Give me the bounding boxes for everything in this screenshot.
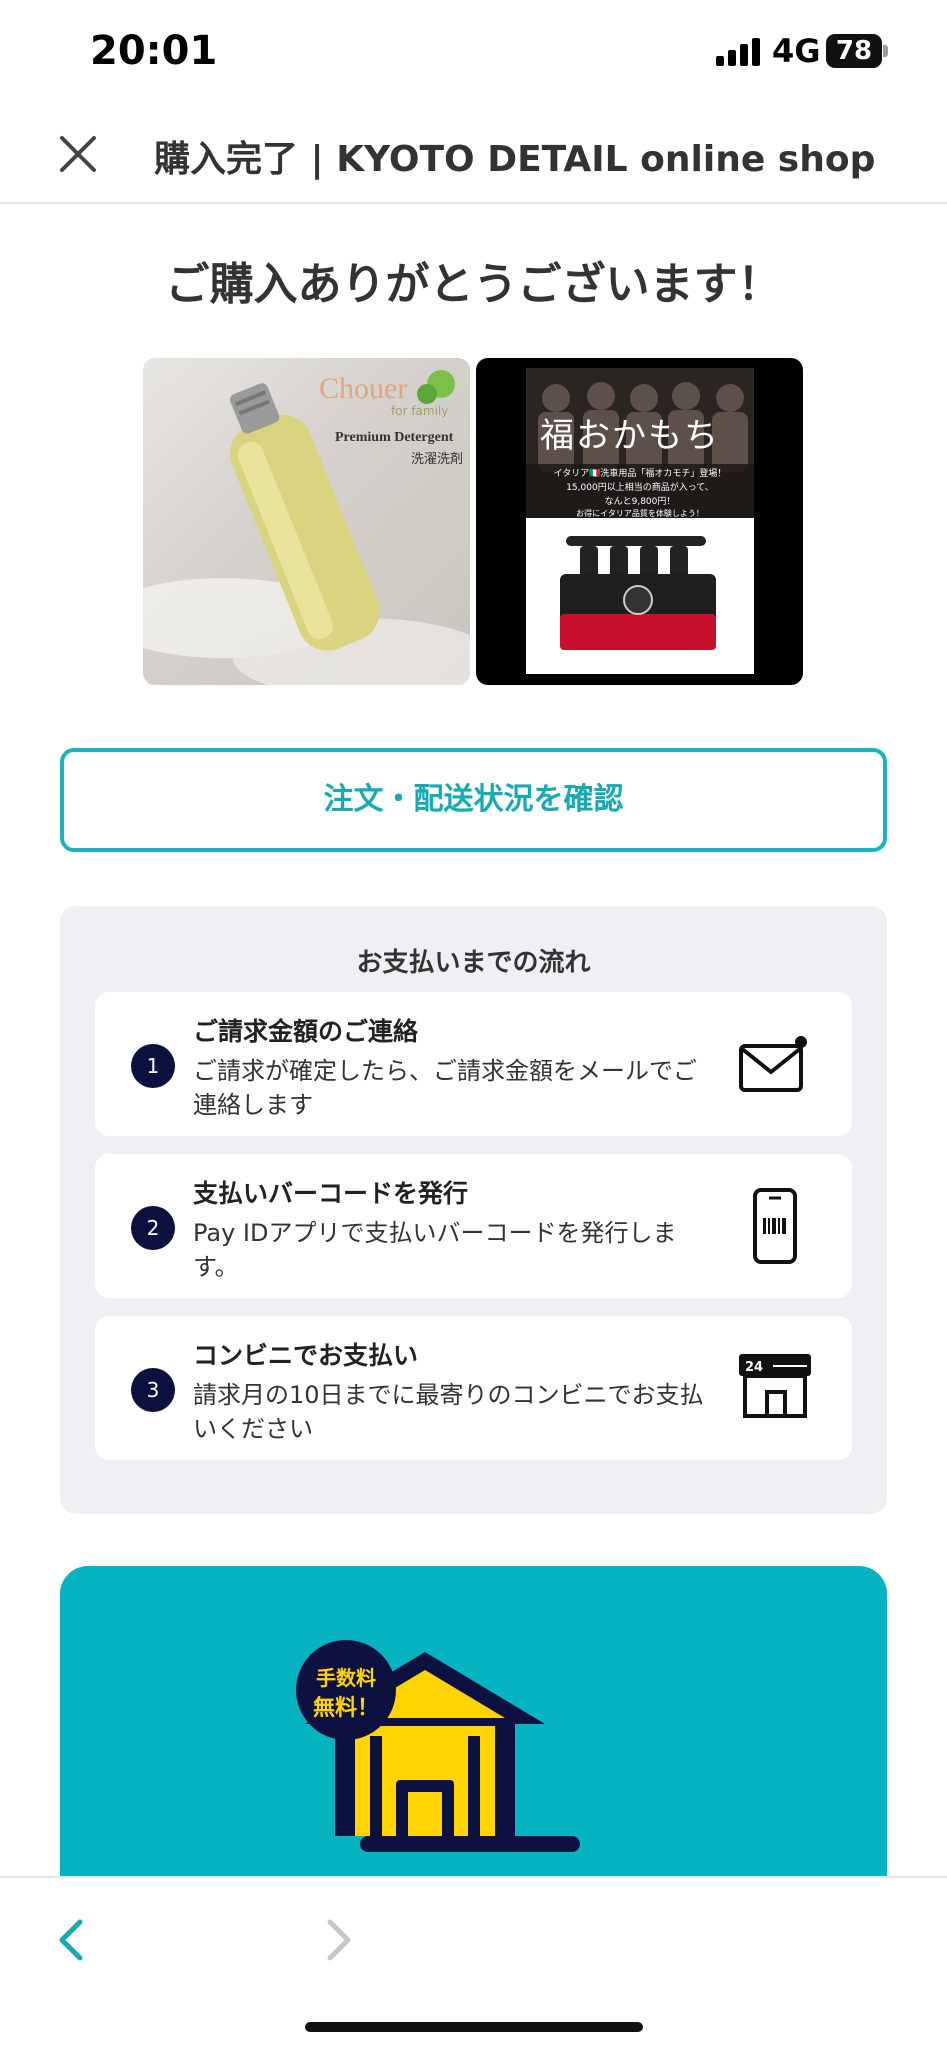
fee-free-promo-banner[interactable]: 手数料 無料！ xyxy=(60,1566,887,1876)
product1-name-ja: 洗濯洗剤 xyxy=(411,452,464,467)
step-description: 請求月の10日までに最寄りのコンビニでお支払いください xyxy=(193,1381,704,1443)
browser-bottom-bar xyxy=(0,1876,947,2048)
step-number: 1 xyxy=(131,1044,175,1088)
product1-brand: Chouer xyxy=(319,372,408,405)
fee-free-badge: 手数料 無料！ xyxy=(296,1640,396,1740)
step-number: 3 xyxy=(131,1368,175,1412)
store-icon: 24 xyxy=(739,1354,811,1418)
battery-icon: 78 xyxy=(826,34,888,68)
tool-bag-graphic xyxy=(526,518,754,674)
phone-barcode-icon xyxy=(753,1188,797,1264)
product2-title: 福おかもち xyxy=(540,416,720,456)
step-title: コンビニでお支払い xyxy=(193,1341,419,1370)
product-image-fukuokamochi[interactable]: 福おかもち イタリア🇮🇹洗車用品「福オカモチ」登場！ 15,000円以上相当の商… xyxy=(476,358,803,685)
payment-flow-title: お支払いまでの流れ xyxy=(356,948,591,978)
promo-photo-panel: 福おかもち イタリア🇮🇹洗車用品「福オカモチ」登場！ 15,000円以上相当の商… xyxy=(526,368,754,674)
close-icon[interactable] xyxy=(54,130,102,178)
product1-name-en: Premium Detergent xyxy=(335,430,454,445)
navbar: 購入完了 | KYOTO DETAIL online shop xyxy=(0,108,947,204)
back-arrow-icon[interactable] xyxy=(50,1910,94,1970)
step-title: 支払いバーコードを発行 xyxy=(193,1179,469,1208)
step-number: 2 xyxy=(131,1206,175,1250)
product2-line1: イタリア🇮🇹洗車用品「福オカモチ」登場！ xyxy=(553,469,727,479)
product2-line3: なんと9,800円！ xyxy=(604,497,676,507)
house-illustration xyxy=(305,1652,580,1852)
signal-icon xyxy=(716,38,760,66)
step-description: Pay IDアプリで支払いバーコードを発行します。 xyxy=(193,1219,677,1281)
battery-level: 78 xyxy=(835,36,873,66)
payment-flow-section: お支払いまでの流れ 1 ご請求金額のご連絡 ご請求が確定したら、ご請求金額をメー… xyxy=(60,906,887,1514)
order-status-button[interactable]: 注文・配送状況を確認 xyxy=(60,748,887,852)
store-24-label: 24 xyxy=(745,1360,763,1375)
product1-brand-sub: for family xyxy=(391,404,449,418)
product2-line2: 15,000円以上相当の商品が入って、 xyxy=(566,483,714,493)
step-description: ご請求が確定したら、ご請求金額をメールでご連絡します xyxy=(193,1057,697,1119)
badge-line1: 手数料 xyxy=(316,1666,376,1690)
mail-icon xyxy=(739,1036,807,1092)
thank-you-heading: ご購入ありがとうございます！ xyxy=(165,259,782,310)
product-image-detergent[interactable]: Chouer for family Premium Detergent 洗濯洗剤 xyxy=(143,358,470,685)
step-title: ご請求金額のご連絡 xyxy=(193,1017,419,1046)
home-indicator xyxy=(305,2022,643,2032)
status-bar: 20:01 4G 78 xyxy=(0,0,947,108)
status-time: 20:01 xyxy=(90,28,218,74)
page-title: 購入完了 | KYOTO DETAIL online shop xyxy=(154,139,876,180)
flow-step-2: 2 支払いバーコードを発行 Pay IDアプリで支払いバーコードを発行します。 xyxy=(95,1154,852,1298)
flow-step-1: 1 ご請求金額のご連絡 ご請求が確定したら、ご請求金額をメールでご連絡します xyxy=(95,992,852,1136)
network-type: 4G xyxy=(772,32,821,70)
badge-line2: 無料！ xyxy=(312,1696,379,1721)
flow-step-3: 3 コンビニでお支払い 請求月の10日までに最寄りのコンビニでお支払いください … xyxy=(95,1316,852,1460)
forward-arrow-icon[interactable] xyxy=(316,1910,360,1970)
